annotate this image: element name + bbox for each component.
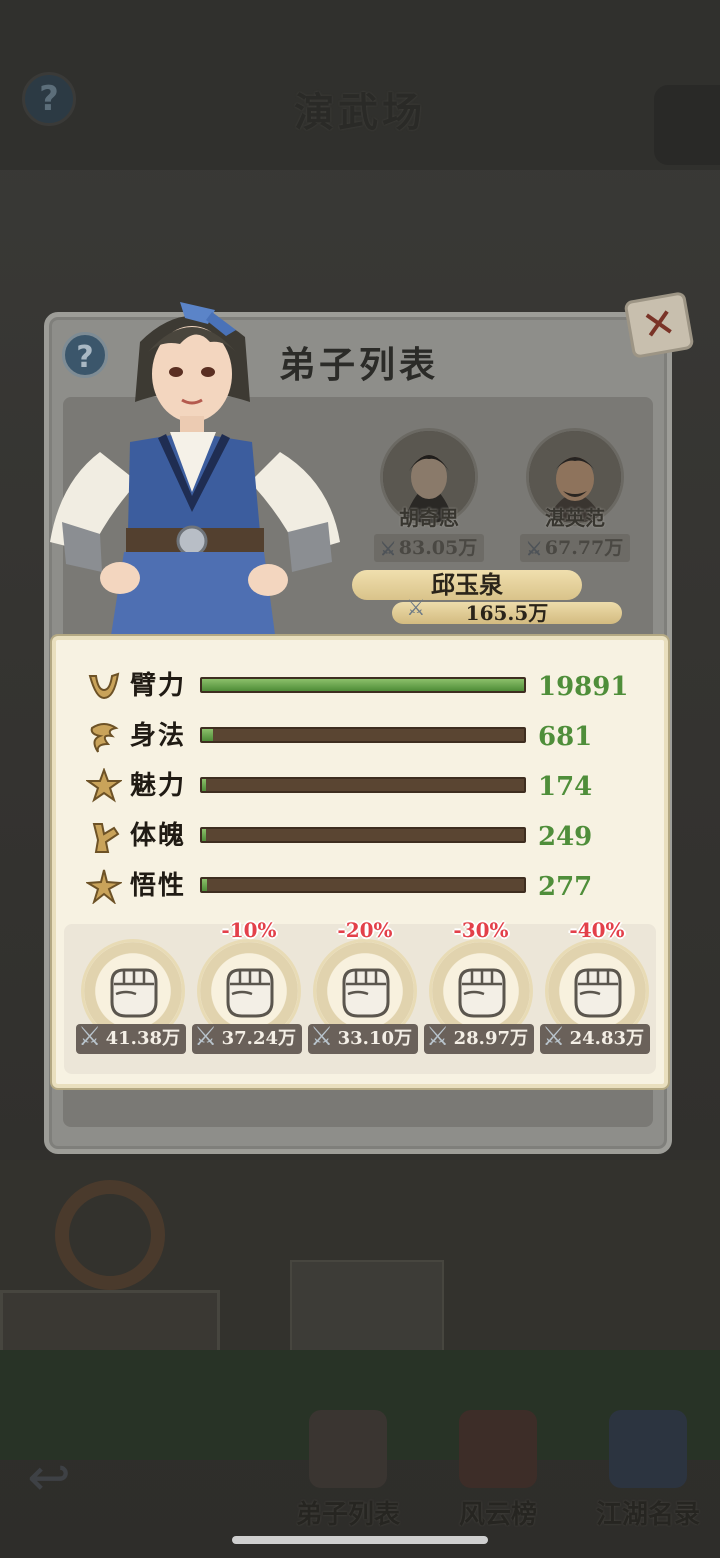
stat-row: 臂力 19891 <box>86 666 646 706</box>
train-button[interactable]: -10% ⚔ 37.24万 <box>192 918 302 1074</box>
stat-bar-fill <box>202 829 207 841</box>
train-button[interactable]: -30% ⚔ 28.97万 <box>424 918 534 1074</box>
stat-bar <box>200 827 526 843</box>
stat-bar <box>200 677 526 693</box>
disciple-power-value: 67.77万 <box>544 537 624 559</box>
nav-label: 江湖名录 <box>595 1500 700 1530</box>
fist-icon <box>226 968 274 1018</box>
train-button[interactable]: -20% ⚔ 33.10万 <box>308 918 418 1074</box>
stat-row: 悟性 277 <box>86 866 646 906</box>
stat-value: 249 <box>538 822 593 852</box>
stat-value: 174 <box>538 772 593 802</box>
nav-label: 风云榜 <box>458 1500 537 1530</box>
disciple-avatar-icon <box>309 1410 387 1488</box>
disciple-card[interactable]: 胡奇思 ⚔ 83.05万 <box>374 428 484 562</box>
stat-bar-fill <box>202 779 206 791</box>
stat-label: 臂力 <box>130 671 187 701</box>
selected-disciple-power: ⚔ 165.5万 <box>392 598 622 625</box>
stat-value: 681 <box>538 722 593 752</box>
disciple-power: ⚔ 67.77万 <box>520 534 630 562</box>
crossed-swords-icon: ⚔ <box>78 1022 102 1052</box>
disciple-power: ⚔ 83.05万 <box>374 534 484 562</box>
stat-bar-fill <box>202 879 207 891</box>
train-cost-value: 37.24万 <box>221 1028 296 1049</box>
arm-strength-icon <box>88 672 120 700</box>
train-button[interactable]: ⚔ 41.38万 <box>76 924 186 1074</box>
book-icon <box>609 1410 687 1488</box>
stats-panel: 臂力 19891 身法 681 魅力 174 体魄 249 悟性 277 ⚔ 41.38万 -10% ⚔… <box>52 636 668 1088</box>
train-cost: ⚔ 33.10万 <box>308 1022 418 1054</box>
crossed-swords-icon: ⚔ <box>426 1022 450 1052</box>
selected-power-value: 165.5万 <box>465 601 549 625</box>
scene-title: 演武场 <box>294 89 426 136</box>
stat-bar <box>200 727 526 743</box>
fist-icon <box>342 968 390 1018</box>
stat-label: 体魄 <box>130 821 187 851</box>
train-cost-value: 28.97万 <box>453 1028 528 1049</box>
stat-value: 277 <box>538 872 593 902</box>
fist-icon <box>458 968 506 1018</box>
physique-icon <box>92 823 120 853</box>
charm-star-icon <box>86 768 122 803</box>
train-cost-value: 33.10万 <box>337 1028 412 1049</box>
crossed-swords-icon: ⚔ <box>380 539 397 560</box>
crossed-swords-icon: ⚔ <box>542 1022 566 1052</box>
stat-row: 魅力 174 <box>86 766 646 806</box>
fist-icon <box>110 968 158 1018</box>
back-arrow-icon: ↩ <box>27 1448 71 1508</box>
stat-row: 身法 681 <box>86 716 646 756</box>
stat-row: 体魄 249 <box>86 816 646 856</box>
train-cost: ⚔ 24.83万 <box>540 1022 650 1054</box>
train-button[interactable]: -40% ⚔ 24.83万 <box>540 918 650 1074</box>
disciple-name: 胡奇思 <box>399 506 459 530</box>
scroll-icon <box>459 1410 537 1488</box>
stat-label: 魅力 <box>130 771 187 801</box>
stat-value: 19891 <box>538 672 629 702</box>
train-cost-value: 41.38万 <box>105 1028 180 1049</box>
side-tab <box>654 85 720 165</box>
home-indicator <box>232 1536 488 1544</box>
nav-registry: 江湖名录 <box>578 1410 718 1530</box>
crossed-swords-icon: ⚔ <box>406 596 426 621</box>
stat-bar-fill <box>202 729 213 741</box>
stat-bar-fill <box>202 679 524 691</box>
training-panel: ⚔ 41.38万 -10% ⚔ 37.24万 -20% ⚔ 33.10万 -30% ⚔ 28.97万… <box>64 918 656 1074</box>
crossed-swords-icon: ⚔ <box>526 539 543 560</box>
discount-tag: -20% <box>337 918 393 942</box>
selected-disciple-name: 邱玉泉 <box>352 570 582 600</box>
train-cost: ⚔ 37.24万 <box>192 1022 302 1054</box>
stat-label: 身法 <box>130 721 187 751</box>
stat-bar <box>200 877 526 893</box>
train-cost: ⚔ 28.97万 <box>424 1022 534 1054</box>
crossed-swords-icon: ⚔ <box>194 1022 218 1052</box>
stat-bar <box>200 777 526 793</box>
insight-star-icon <box>86 869 122 904</box>
fist-icon <box>574 968 622 1018</box>
nav-label: 弟子列表 <box>295 1500 400 1530</box>
train-cost: ⚔ 41.38万 <box>76 1022 186 1054</box>
close-x-icon[interactable]: ✕ <box>623 291 695 359</box>
discount-tag: -30% <box>453 918 509 942</box>
hero-character-illustration <box>50 302 340 642</box>
train-cost-value: 24.83万 <box>569 1028 644 1049</box>
nav-disciple-list: 弟子列表 <box>278 1410 418 1530</box>
disciple-name: 湛英范 <box>545 506 605 530</box>
agility-icon <box>90 723 119 753</box>
disciple-card[interactable]: 湛英范 ⚔ 67.77万 <box>520 428 630 562</box>
crossed-swords-icon: ⚔ <box>310 1022 334 1052</box>
discount-tag: -40% <box>569 918 625 942</box>
discount-tag: -10% <box>221 918 277 942</box>
gong-decoration <box>55 1180 165 1290</box>
nav-ranking: 风云榜 <box>428 1410 568 1530</box>
disciple-power-value: 83.05万 <box>398 537 478 559</box>
stat-label: 悟性 <box>130 871 187 901</box>
